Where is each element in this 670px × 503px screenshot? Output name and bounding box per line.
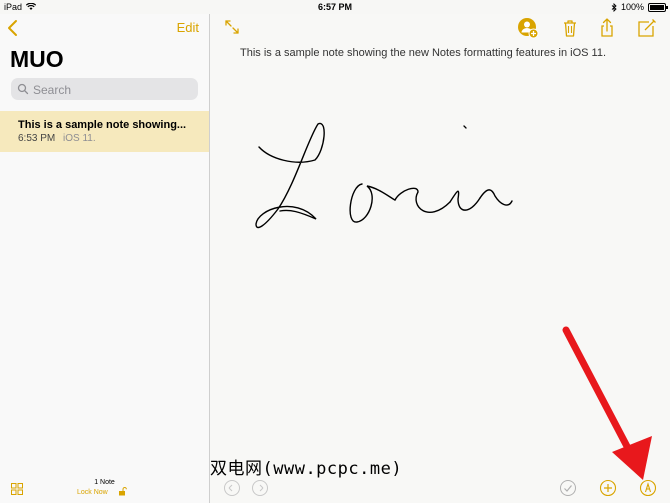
search-icon — [17, 83, 29, 95]
checklist-icon[interactable] — [559, 479, 577, 497]
folder-title: MUO — [10, 46, 64, 72]
lock-now-button[interactable]: Lock Now — [77, 489, 108, 496]
edit-button[interactable]: Edit — [177, 20, 199, 35]
search-input[interactable] — [31, 78, 195, 102]
note-item-time: 6:53 PM — [18, 133, 56, 144]
note-item-title: This is a sample note showing... — [18, 119, 187, 131]
markup-pen-icon[interactable] — [639, 479, 657, 497]
lock-open-icon[interactable] — [118, 487, 127, 496]
battery-percent: 100% — [620, 2, 644, 12]
handwritten-drawing — [255, 123, 513, 229]
note-item-preview: iOS 11. — [63, 133, 96, 144]
battery-icon — [648, 2, 668, 12]
search-bar[interactable] — [11, 78, 198, 102]
add-people-icon[interactable] — [517, 17, 539, 39]
trash-icon[interactable] — [559, 17, 581, 39]
status-bar: iPad 6:57 PM 100% — [0, 0, 670, 14]
redo-icon[interactable] — [251, 479, 269, 497]
compose-icon[interactable] — [635, 17, 657, 39]
watermark-text: 双电网(www.pcpc.me) — [210, 459, 403, 479]
annotation-arrow — [562, 326, 652, 480]
share-icon[interactable] — [596, 17, 618, 39]
note-list-item[interactable]: This is a sample note showing... 6:53 PM… — [0, 111, 209, 152]
note-editor: This is a sample note showing the new No… — [210, 14, 670, 503]
note-count: 1 Note — [94, 479, 115, 486]
back-chevron-icon[interactable] — [6, 19, 20, 37]
undo-icon[interactable] — [223, 479, 241, 497]
notes-sidebar: Edit MUO This is a sample note showing..… — [0, 14, 210, 503]
add-icon[interactable] — [599, 479, 617, 497]
expand-icon[interactable] — [224, 19, 240, 35]
bluetooth-icon — [611, 2, 617, 12]
note-body-text[interactable]: This is a sample note showing the new No… — [240, 47, 606, 59]
status-time: 6:57 PM — [317, 2, 352, 12]
sidebar-footer: 1 Note Lock Now — [0, 473, 209, 503]
